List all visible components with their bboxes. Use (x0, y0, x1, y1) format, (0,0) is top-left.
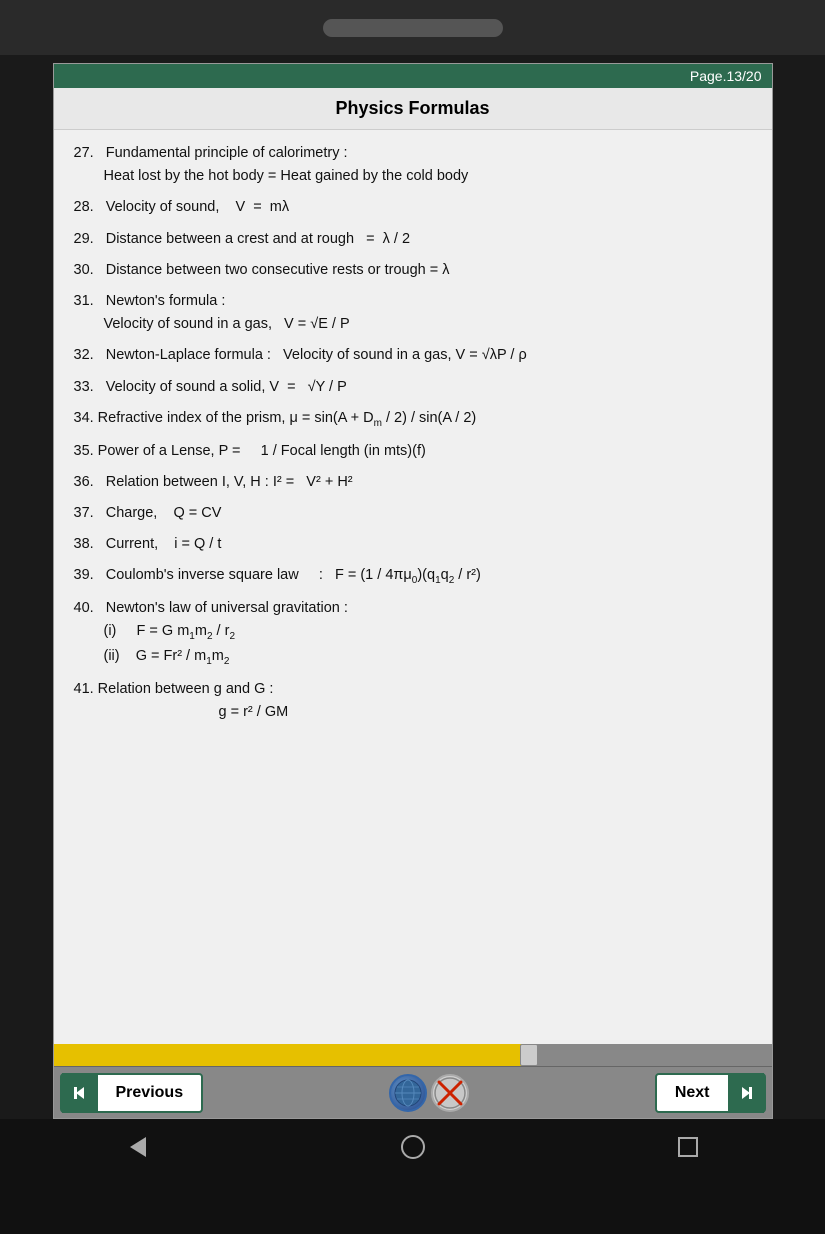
formula-33: 33. Velocity of sound a solid, V = √Y / … (74, 376, 752, 399)
formula-32: 32. Newton-Laplace formula : Velocity of… (74, 344, 752, 367)
formula-28: 28. Velocity of sound, V = mλ (74, 196, 752, 219)
content-area: 27. Fundamental principle of calorimetry… (54, 130, 772, 1044)
formula-27: 27. Fundamental principle of calorimetry… (74, 142, 752, 188)
formula-30: 30. Distance between two consecutive res… (74, 259, 752, 282)
page-title: Physics Formulas (54, 88, 772, 130)
progress-fill (54, 1044, 528, 1066)
compass-icon[interactable] (431, 1074, 469, 1112)
previous-button[interactable]: Previous (60, 1073, 204, 1113)
formula-39: 39. Coulomb's inverse square law : F = (… (74, 564, 752, 589)
progress-thumb[interactable] (520, 1044, 538, 1066)
back-icon (130, 1137, 146, 1157)
next-icon (728, 1073, 764, 1113)
globe-icon[interactable] (389, 1074, 427, 1112)
previous-icon (62, 1073, 98, 1113)
top-pill (323, 19, 503, 37)
next-button[interactable]: Next (655, 1073, 766, 1113)
top-bar (0, 0, 825, 55)
formula-35: 35. Power of a Lense, P = 1 / Focal leng… (74, 440, 752, 463)
formula-37: 37. Charge, Q = CV (74, 502, 752, 525)
formula-34: 34. Refractive index of the prism, μ = s… (74, 407, 752, 432)
page-number-bar: Page.13/20 (54, 64, 772, 88)
center-icons (389, 1074, 469, 1112)
formula-40: 40. Newton's law of universal gravitatio… (74, 597, 752, 670)
next-label: Next (657, 1084, 728, 1102)
recents-button[interactable] (670, 1129, 706, 1165)
page-number: Page.13/20 (690, 68, 762, 84)
formula-41: 41. Relation between g and G : g = r² / … (74, 678, 752, 724)
back-button[interactable] (120, 1129, 156, 1165)
previous-label: Previous (98, 1084, 202, 1102)
formula-36: 36. Relation between I, V, H : I² = V² +… (74, 471, 752, 494)
formula-31: 31. Newton's formula : Velocity of sound… (74, 290, 752, 336)
nav-bar: Previous (54, 1066, 772, 1118)
main-container: Page.13/20 Physics Formulas 27. Fundamen… (53, 63, 773, 1119)
bottom-bar (0, 1174, 825, 1234)
home-icon (401, 1135, 425, 1159)
formula-29: 29. Distance between a crest and at roug… (74, 228, 752, 251)
home-button[interactable] (395, 1129, 431, 1165)
formula-38: 38. Current, i = Q / t (74, 533, 752, 556)
android-nav-bar (0, 1119, 825, 1174)
recents-icon (678, 1137, 698, 1157)
progress-bar[interactable] (54, 1044, 772, 1066)
